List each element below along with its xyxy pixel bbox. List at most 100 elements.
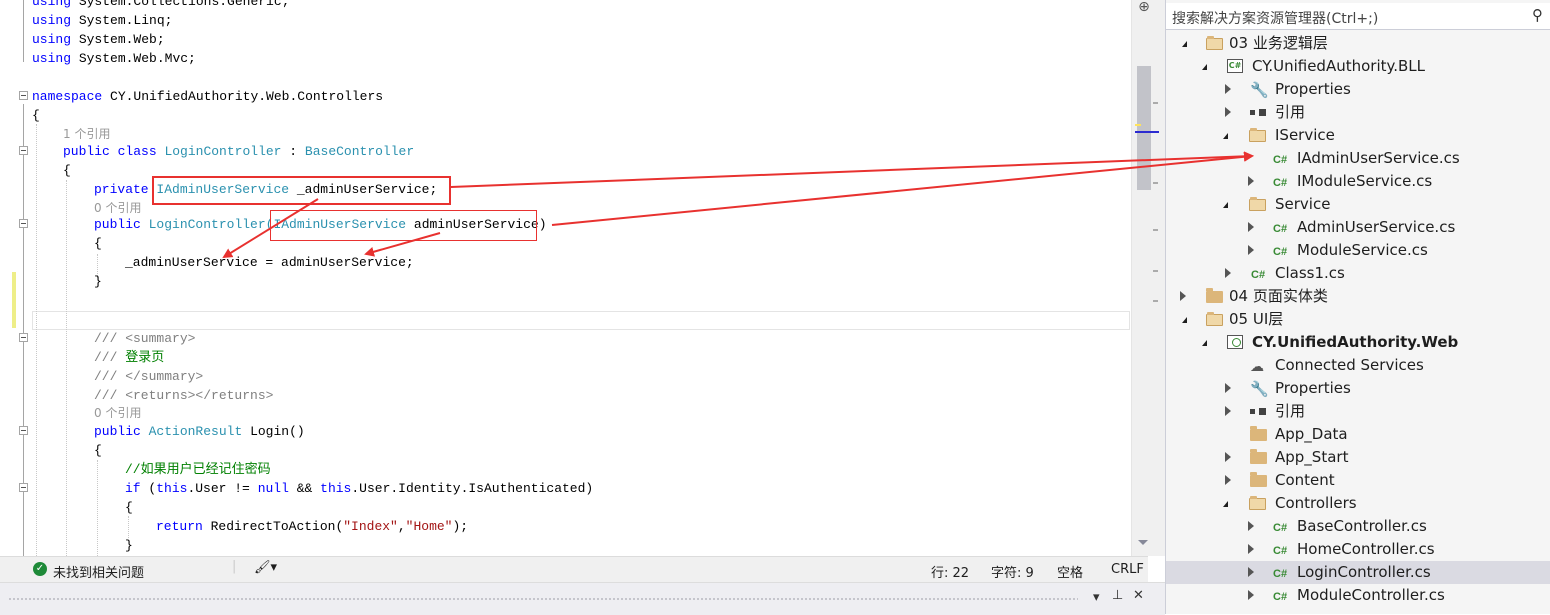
split-window-icon[interactable]: ⊕ bbox=[1135, 0, 1153, 14]
separator: | bbox=[232, 559, 237, 574]
tree-item-class1[interactable]: C# Class1.cs bbox=[1166, 262, 1550, 285]
collapsed-arrow-icon[interactable] bbox=[1225, 406, 1231, 416]
solution-search-input[interactable]: 搜索解决方案资源管理器(Ctrl+;) ⚲ bbox=[1166, 3, 1550, 30]
collapsed-arrow-icon[interactable] bbox=[1225, 268, 1231, 278]
close-icon[interactable]: ✕ bbox=[1133, 588, 1144, 603]
cloud-icon: ☁ bbox=[1250, 359, 1264, 375]
editor-vertical-scrollbar[interactable]: ⊕ bbox=[1131, 0, 1166, 556]
collapse-toggle[interactable] bbox=[19, 219, 28, 228]
annotation-box-field bbox=[152, 176, 451, 205]
code-line-return: return RedirectToAction("Index","Home"); bbox=[0, 517, 1130, 536]
tree-item-web-project[interactable]: CY.UnifiedAuthority.Web bbox=[1166, 331, 1550, 354]
tree-item-modulecontroller[interactable]: C# ModuleController.cs bbox=[1166, 584, 1550, 607]
collapsed-arrow-icon[interactable] bbox=[1248, 176, 1254, 186]
code-line-using-web: using System.Web; bbox=[0, 30, 1130, 49]
expanded-arrow-icon[interactable] bbox=[1223, 501, 1228, 507]
tree-item-label: 04 页面实体类 bbox=[1229, 287, 1328, 305]
drag-grip[interactable] bbox=[8, 597, 1078, 601]
collapse-toggle[interactable] bbox=[19, 483, 28, 492]
tree-item-properties[interactable]: 🔧 Properties bbox=[1166, 377, 1550, 400]
tree-item-iservice-folder[interactable]: IService bbox=[1166, 124, 1550, 147]
tree-item-service-folder[interactable]: Service bbox=[1166, 193, 1550, 216]
namespace-name: CY.UnifiedAuthority.Web.Controllers bbox=[110, 89, 384, 104]
line-ending[interactable]: CRLF bbox=[1111, 562, 1144, 577]
collapsed-arrow-icon[interactable] bbox=[1248, 521, 1254, 531]
expanded-arrow-icon[interactable] bbox=[1182, 317, 1187, 323]
scroll-change-mark bbox=[1135, 124, 1141, 126]
collapsed-arrow-icon[interactable] bbox=[1248, 222, 1254, 232]
char-number[interactable]: 字符: 9 bbox=[991, 562, 1034, 581]
tree-item-homecontroller[interactable]: C# HomeController.cs bbox=[1166, 538, 1550, 561]
tree-item-app-start[interactable]: App_Start bbox=[1166, 446, 1550, 469]
tree-item-moduleservice[interactable]: C# ModuleService.cs bbox=[1166, 239, 1550, 262]
folder-icon bbox=[1250, 472, 1267, 487]
dropdown-icon[interactable]: ▾ bbox=[1093, 590, 1100, 605]
tree-item-controllers[interactable]: Controllers bbox=[1166, 492, 1550, 515]
solution-folder-icon bbox=[1206, 36, 1223, 50]
codelens-references[interactable]: 1 个引用 bbox=[63, 127, 110, 141]
keyword: using bbox=[32, 13, 72, 28]
tree-item-properties[interactable]: 🔧 Properties bbox=[1166, 78, 1550, 101]
code-line-brace: { bbox=[0, 441, 1130, 460]
codelens-references[interactable]: 0 个引用 bbox=[94, 406, 141, 420]
collapsed-arrow-icon[interactable] bbox=[1248, 567, 1254, 577]
tree-item-imoduleservice[interactable]: C# IModuleService.cs bbox=[1166, 170, 1550, 193]
collapsed-arrow-icon[interactable] bbox=[1248, 590, 1254, 600]
bottom-panel-header: ▾ ⊥ ✕ bbox=[0, 582, 1165, 615]
search-placeholder: 搜索解决方案资源管理器(Ctrl+;) bbox=[1172, 11, 1379, 27]
scroll-mark bbox=[1153, 229, 1158, 231]
csharp-project-icon: C# bbox=[1227, 59, 1243, 73]
collapsed-arrow-icon[interactable] bbox=[1248, 544, 1254, 554]
issues-status[interactable]: 未找到相关问题 bbox=[53, 562, 144, 581]
search-icon[interactable]: ⚲ bbox=[1532, 6, 1543, 24]
scroll-mark bbox=[1153, 300, 1158, 302]
editor-status-bar: ✓ 未找到相关问题 | 🖌▾ 行: 22 字符: 9 空格 CRLF bbox=[0, 556, 1148, 583]
tree-item-connected-services[interactable]: ☁ Connected Services bbox=[1166, 354, 1550, 377]
expanded-arrow-icon[interactable] bbox=[1223, 133, 1228, 139]
tree-item-logincontroller[interactable]: C# LoginController.cs bbox=[1166, 561, 1550, 584]
expanded-arrow-icon[interactable] bbox=[1202, 340, 1207, 346]
scrollbar-thumb[interactable] bbox=[1137, 66, 1151, 190]
expanded-arrow-icon[interactable] bbox=[1202, 64, 1207, 70]
tree-item-business-layer[interactable]: 03 业务逻辑层 bbox=[1166, 32, 1550, 55]
scroll-mark bbox=[1153, 182, 1158, 184]
code-line-if: if (this.User != null && this.User.Ident… bbox=[0, 479, 1130, 498]
collapse-toggle[interactable] bbox=[19, 146, 28, 155]
collapsed-arrow-icon[interactable] bbox=[1225, 475, 1231, 485]
check-icon: ✓ bbox=[33, 562, 47, 576]
collapsed-arrow-icon[interactable] bbox=[1225, 452, 1231, 462]
tree-item-adminuserservice[interactable]: C# AdminUserService.cs bbox=[1166, 216, 1550, 239]
tree-item-bll-project[interactable]: C# CY.UnifiedAuthority.BLL bbox=[1166, 55, 1550, 78]
tree-item-references[interactable]: 引用 bbox=[1166, 101, 1550, 124]
collapse-toggle[interactable] bbox=[19, 91, 28, 100]
collapse-toggle[interactable] bbox=[19, 426, 28, 435]
indent-mode[interactable]: 空格 bbox=[1057, 562, 1083, 581]
keyword: public bbox=[94, 217, 141, 232]
codelens-references[interactable]: 0 个引用 bbox=[94, 201, 141, 215]
code-text: { bbox=[94, 236, 102, 251]
tree-item-content[interactable]: Content bbox=[1166, 469, 1550, 492]
expanded-arrow-icon[interactable] bbox=[1223, 202, 1228, 208]
tree-item-basecontroller[interactable]: C# BaseController.cs bbox=[1166, 515, 1550, 538]
pin-icon[interactable]: ⊥ bbox=[1112, 588, 1123, 603]
collapsed-arrow-icon[interactable] bbox=[1225, 107, 1231, 117]
tree-item-app-data[interactable]: App_Data bbox=[1166, 423, 1550, 446]
brush-icon[interactable]: 🖌▾ bbox=[254, 560, 277, 575]
collapsed-arrow-icon[interactable] bbox=[1225, 84, 1231, 94]
tree-item-references[interactable]: 引用 bbox=[1166, 400, 1550, 423]
collapsed-arrow-icon[interactable] bbox=[1225, 383, 1231, 393]
tree-item-label: BaseController.cs bbox=[1297, 517, 1427, 535]
collapsed-arrow-icon[interactable] bbox=[1180, 291, 1186, 301]
collapse-toggle[interactable] bbox=[19, 333, 28, 342]
tree-item-ui-layer[interactable]: 05 UI层 bbox=[1166, 308, 1550, 331]
collapsed-arrow-icon[interactable] bbox=[1248, 245, 1254, 255]
folder-open-icon bbox=[1249, 128, 1266, 142]
tree-item-page-entities[interactable]: 04 页面实体类 bbox=[1166, 285, 1550, 308]
scroll-down-arrow-icon[interactable] bbox=[1138, 540, 1148, 545]
expanded-arrow-icon[interactable] bbox=[1182, 41, 1187, 47]
tree-item-iadminuserservice[interactable]: C# IAdminUserService.cs bbox=[1166, 147, 1550, 170]
tree-item-label: App_Start bbox=[1275, 448, 1349, 466]
annotation-box-parameter bbox=[270, 210, 537, 241]
code-editor[interactable]: using System.Collections.Generic; using … bbox=[0, 0, 1130, 556]
line-number[interactable]: 行: 22 bbox=[931, 562, 969, 581]
